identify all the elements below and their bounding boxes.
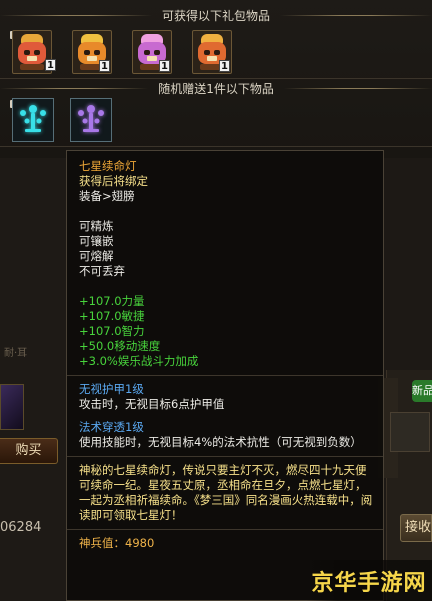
random-section-header: 随机赠送1件以下物品 (0, 77, 432, 99)
skill-description: 攻击时，无视目标6点护甲值 (79, 397, 225, 411)
item-flag: 可精炼 (79, 219, 114, 233)
item-tooltip: 七星续命灯 获得后将绑定 装备>翅膀 可精炼 可镶嵌 可熔解 不可丢弃 +107… (66, 150, 384, 601)
stat-line: +107.0力量 (79, 294, 145, 308)
new-item-badge: 新品 (412, 380, 432, 402)
divider (67, 529, 383, 530)
random-item-slot-1[interactable] (12, 98, 54, 142)
equip-slot: 装备>翅膀 (79, 189, 135, 203)
power-value: 神兵值：4980 (79, 536, 155, 550)
buy-button[interactable]: 购买 (0, 438, 58, 464)
site-watermark: 京华手游网 (306, 560, 432, 601)
quantity-badge: 1 (45, 59, 56, 71)
item-flag: 可熔解 (79, 249, 114, 263)
divider (0, 146, 432, 147)
stat-line: +50.0移动速度 (79, 339, 161, 353)
skill-title: 无视护甲1级 (79, 382, 144, 396)
stat-line: +107.0智力 (79, 324, 145, 338)
quantity-badge: 1 (219, 60, 230, 72)
random-section-title: 随机赠送1件以下物品 (158, 81, 274, 96)
gift-section-header: 可获得以下礼包物品 (0, 4, 432, 26)
receive-button[interactable]: 接收 (400, 514, 432, 542)
gift-section-title: 可获得以下礼包物品 (162, 8, 271, 23)
item-flag: 不可丢弃 (79, 264, 125, 278)
stat-line: +3.0%娱乐战斗力加成 (79, 354, 199, 368)
item-flag: 可镶嵌 (79, 234, 114, 248)
gift-item-slot-4[interactable]: 1 (192, 30, 232, 74)
quantity-badge: 1 (159, 60, 170, 72)
bind-note: 获得后将绑定 (79, 174, 148, 188)
background-label: 耐·耳 (4, 348, 28, 359)
skill-title: 法术穿透1级 (79, 420, 144, 434)
gift-pack-icon (16, 34, 48, 70)
gift-item-slot-2[interactable]: 1 (72, 30, 112, 74)
item-card[interactable] (390, 412, 430, 452)
gift-panel: 可获得以下礼包物品 1 1 1 1 随机赠送1件以下物品 (0, 0, 432, 158)
seven-star-lamp-icon (20, 105, 46, 132)
random-item-slot-2[interactable] (70, 98, 112, 142)
divider (67, 456, 383, 457)
skill-description: 使用技能时，无视目标4%的法术抗性（可无视到负数） (79, 435, 362, 449)
divider (67, 375, 383, 376)
seven-star-lamp-icon (78, 105, 104, 132)
quantity-badge: 1 (99, 60, 110, 72)
currency-amount: 06284 (0, 520, 42, 535)
stat-line: +107.0敏捷 (79, 309, 145, 323)
gift-item-slot-3[interactable]: 1 (132, 30, 172, 74)
item-lore: 神秘的七星续命灯，传说只要主灯不灭，燃尽四十九天便可续命一纪。星夜五丈原，丞相命… (79, 463, 373, 522)
wing-item-icon[interactable] (0, 384, 24, 430)
item-name: 七星续命灯 (79, 159, 137, 173)
